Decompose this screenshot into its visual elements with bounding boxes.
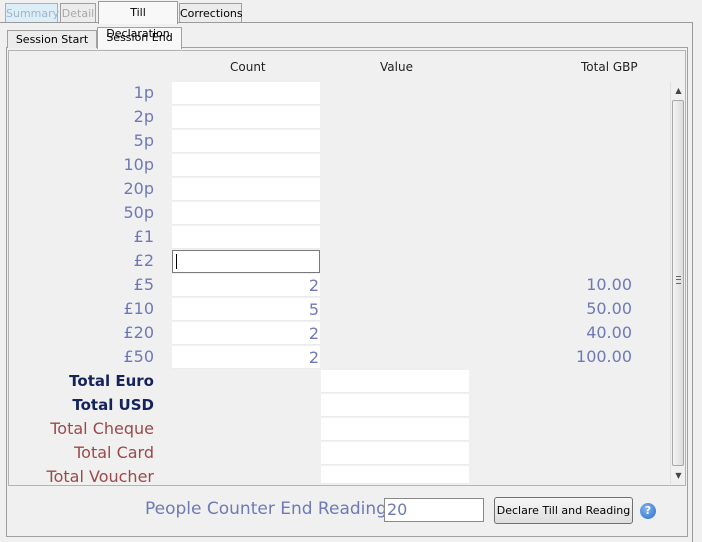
scroll-thumb[interactable] <box>672 100 684 466</box>
total-cheque-label: Total Cheque <box>50 419 154 438</box>
denomination-label: £50 <box>123 347 154 366</box>
denomination-label: 1p <box>133 83 154 102</box>
grip-icon <box>676 276 681 284</box>
scroll-down-icon[interactable]: ▼ <box>671 468 686 484</box>
denomination-label: 10p <box>123 155 154 174</box>
count-input[interactable]: 2 <box>172 322 320 345</box>
count-input[interactable] <box>172 130 320 153</box>
denomination-label: 2p <box>133 107 154 126</box>
row-total: 100.00 <box>576 347 632 366</box>
row-total: 10.00 <box>586 275 632 294</box>
tab-summary[interactable]: Summary <box>5 3 59 22</box>
tab-detail[interactable]: Detail <box>60 3 96 22</box>
count-input[interactable]: 2 <box>172 274 320 297</box>
count-input[interactable] <box>172 226 320 249</box>
tab-corrections[interactable]: Corrections <box>179 3 243 22</box>
count-input[interactable] <box>172 178 320 201</box>
denomination-label: 20p <box>123 179 154 198</box>
total-voucher-input[interactable] <box>321 466 469 484</box>
declare-till-button[interactable]: Declare Till and Reading <box>494 497 633 524</box>
row-total: 50.00 <box>586 299 632 318</box>
denomination-label: £5 <box>133 275 154 294</box>
total-euro-label: Total Euro <box>69 372 154 390</box>
denomination-label: £1 <box>133 227 154 246</box>
count-input[interactable] <box>172 202 320 225</box>
column-header-count: Count <box>230 60 266 74</box>
denomination-label: 50p <box>123 203 154 222</box>
column-header-value: Value <box>380 60 413 74</box>
text-caret <box>176 254 177 269</box>
tab-till-declaration[interactable]: Till Declaration <box>98 1 178 40</box>
count-input-focused[interactable] <box>172 250 320 273</box>
denomination-label: £20 <box>123 323 154 342</box>
denomination-label: £2 <box>133 251 154 270</box>
total-voucher-label: Total Voucher <box>46 467 154 486</box>
count-input[interactable] <box>172 106 320 129</box>
total-euro-input[interactable] <box>321 370 469 393</box>
total-usd-input[interactable] <box>321 394 469 417</box>
people-counter-label: People Counter End Reading <box>145 499 387 519</box>
total-usd-label: Total USD <box>72 396 154 414</box>
total-card-label: Total Card <box>74 443 154 462</box>
denomination-label: 5p <box>133 131 154 150</box>
column-header-total: Total GBP <box>581 60 638 74</box>
subtab-session-start[interactable]: Session Start <box>7 30 97 48</box>
total-cheque-input[interactable] <box>321 418 469 441</box>
denomination-label: £10 <box>123 299 154 318</box>
vertical-scrollbar[interactable]: ▲ ▼ <box>670 82 685 484</box>
total-card-input[interactable] <box>321 442 469 465</box>
count-input[interactable] <box>172 82 320 105</box>
row-total: 40.00 <box>586 323 632 342</box>
people-counter-input[interactable]: 20 <box>384 498 484 522</box>
help-icon[interactable]: ? <box>640 503 656 519</box>
scroll-up-icon[interactable]: ▲ <box>671 83 686 99</box>
count-input[interactable] <box>172 154 320 177</box>
count-input[interactable]: 2 <box>172 346 320 369</box>
count-input[interactable]: 5 <box>172 298 320 321</box>
